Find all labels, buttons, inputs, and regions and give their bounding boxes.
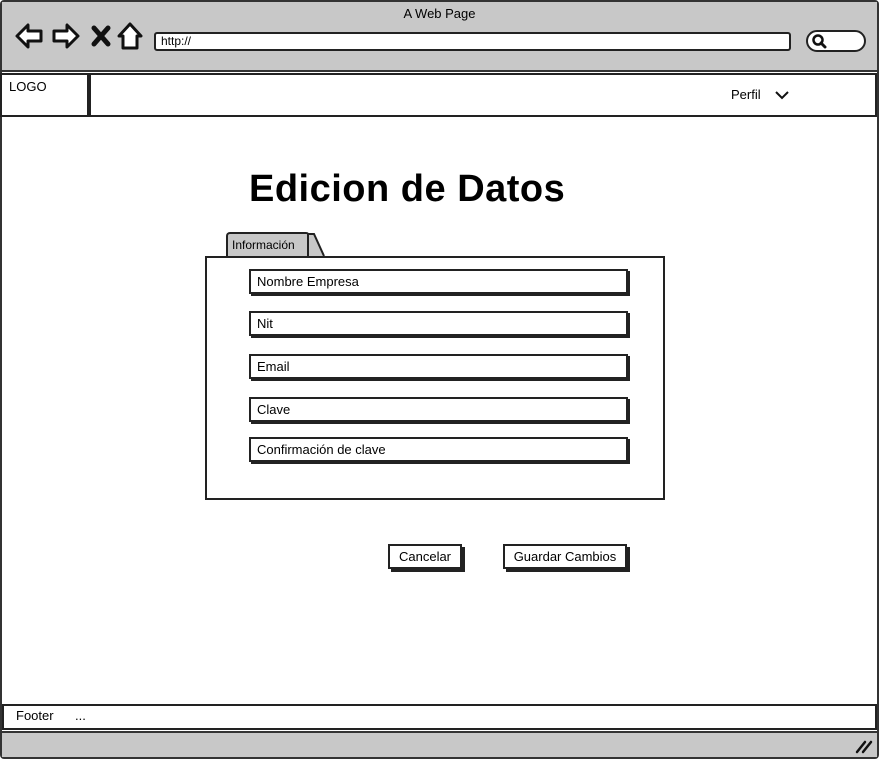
tab-fold-decoration bbox=[307, 233, 325, 257]
save-button[interactable]: Guardar Cambios bbox=[503, 544, 627, 569]
window-title: A Web Page bbox=[403, 6, 476, 21]
footer-extra: ... bbox=[75, 708, 86, 723]
forward-arrow-icon[interactable] bbox=[51, 20, 81, 52]
footer-bar bbox=[2, 704, 877, 730]
email-field[interactable]: Email bbox=[249, 354, 628, 379]
close-x-icon[interactable] bbox=[90, 20, 112, 52]
search-box[interactable] bbox=[806, 30, 866, 52]
search-icon bbox=[812, 34, 827, 49]
chevron-down-icon[interactable] bbox=[774, 88, 790, 102]
resize-grip-icon[interactable] bbox=[853, 736, 875, 754]
nit-field[interactable]: Nit bbox=[249, 311, 628, 336]
home-icon[interactable] bbox=[116, 20, 144, 52]
status-bar bbox=[2, 731, 877, 757]
page-title: Edicion de Datos bbox=[249, 168, 566, 210]
cancel-button[interactable]: Cancelar bbox=[388, 544, 462, 569]
back-arrow-icon[interactable] bbox=[14, 20, 44, 52]
tab-informacion[interactable]: Información bbox=[226, 232, 310, 256]
url-bar[interactable]: http:// bbox=[154, 32, 791, 51]
clave-field[interactable]: Clave bbox=[249, 397, 628, 422]
logo: LOGO bbox=[0, 73, 89, 117]
profile-menu-label[interactable]: Perfil bbox=[731, 87, 761, 102]
confirmacion-clave-field[interactable]: Confirmación de clave bbox=[249, 437, 628, 462]
footer-label: Footer bbox=[16, 708, 54, 723]
nombre-empresa-field[interactable]: Nombre Empresa bbox=[249, 269, 628, 294]
